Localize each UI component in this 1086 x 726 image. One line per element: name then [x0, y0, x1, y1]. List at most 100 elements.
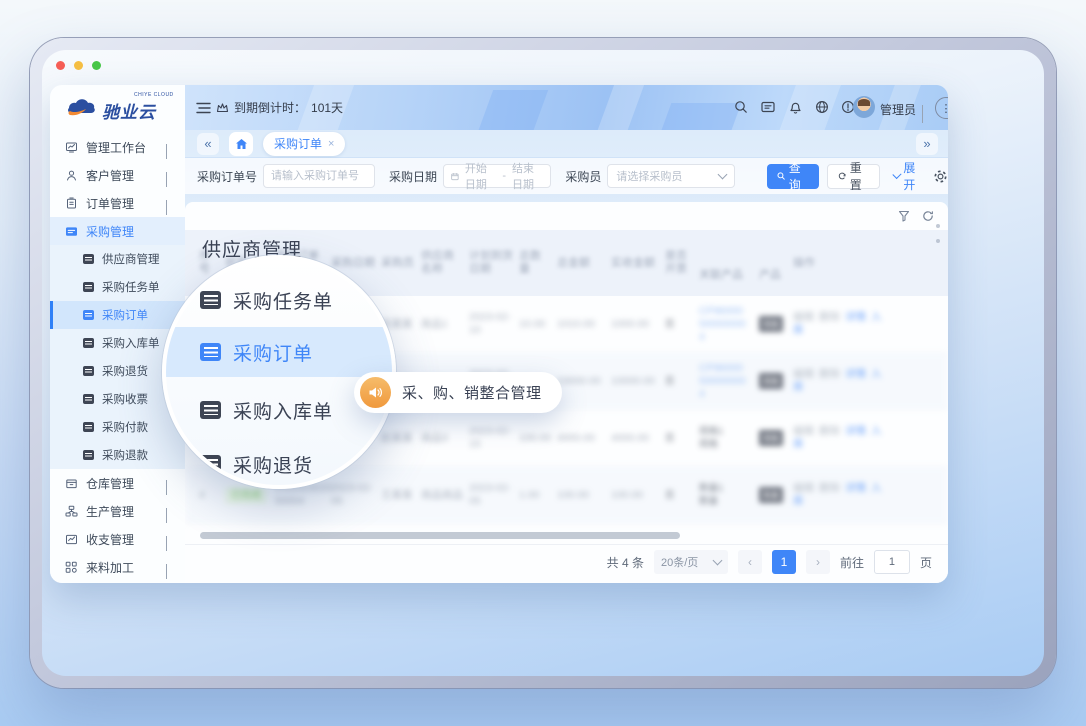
- order-no-input[interactable]: [263, 164, 375, 188]
- chevron-down-icon: [166, 144, 173, 151]
- row-action-link[interactable]: 删除: [819, 311, 840, 323]
- row-action-link[interactable]: 编辑: [793, 425, 814, 437]
- cell-product: 规格: [759, 373, 793, 389]
- sidebar-item-0[interactable]: 管理工作台: [50, 133, 185, 161]
- magnifier-item-4[interactable]: 采购退货: [166, 441, 392, 487]
- tabs-back-icon[interactable]: «: [197, 133, 219, 155]
- speaker-icon: [360, 377, 391, 408]
- sidebar-item-5[interactable]: 采购任务单: [50, 273, 185, 301]
- sidebar-item-label: 采购管理: [86, 223, 134, 240]
- minimize-button[interactable]: [74, 61, 83, 70]
- sidebar-item-1[interactable]: 客户管理: [50, 161, 185, 189]
- tooltip-text: 采、购、销整合管理: [402, 382, 542, 403]
- date-range-input[interactable]: 开始日期 - 结束日期: [443, 164, 551, 188]
- sidebar-production-icon: [65, 505, 78, 518]
- table-filter-icon[interactable]: [898, 210, 910, 222]
- prev-page-button[interactable]: ‹: [738, 550, 762, 574]
- sidebar-item-15[interactable]: 来料加工: [50, 553, 185, 581]
- page-size-chevron-icon: [713, 556, 723, 566]
- search-icon[interactable]: [731, 97, 751, 117]
- more-options-icon[interactable]: ⋮: [935, 97, 948, 119]
- sidebar-item-14[interactable]: 收支管理: [50, 525, 185, 553]
- bell-icon[interactable]: [785, 97, 805, 117]
- row-action-link[interactable]: 编辑: [793, 368, 814, 380]
- search-button[interactable]: 查询: [767, 164, 819, 189]
- sidebar-item-3[interactable]: 采购管理: [50, 217, 185, 245]
- row-action-link[interactable]: 删除: [819, 368, 840, 380]
- sidebar-customer-icon: [65, 169, 78, 182]
- sidebar-item-2[interactable]: 订单管理: [50, 189, 185, 217]
- row-action-link[interactable]: 删除: [819, 425, 840, 437]
- next-page-button[interactable]: ›: [806, 550, 830, 574]
- magnifier-item-2[interactable]: 采购订单: [166, 327, 392, 377]
- magnifier-item-1[interactable]: 采购任务单: [166, 277, 392, 323]
- goto-page-input[interactable]: [874, 550, 910, 574]
- date-separator: -: [502, 170, 506, 182]
- user-chevron-down-icon[interactable]: [922, 105, 923, 123]
- reset-button[interactable]: 重置: [827, 164, 881, 189]
- sidebar-item-10[interactable]: 采购付款: [50, 413, 185, 441]
- chevron-down-icon: [166, 536, 173, 543]
- cell-qty: 1.00: [519, 489, 557, 502]
- countdown-label: 到期倒计时：: [234, 99, 306, 116]
- reset-button-label: 重置: [850, 159, 870, 193]
- row-action-link[interactable]: 详情: [845, 425, 866, 437]
- sidebar-item-label: 采购退款: [102, 447, 148, 463]
- row-action-link[interactable]: 详情: [845, 368, 866, 380]
- row-action-link[interactable]: 编辑: [793, 482, 814, 494]
- column-header: 产品: [759, 230, 793, 296]
- cell-actions: 编辑删除详情入库: [793, 425, 889, 451]
- row-action-link[interactable]: 编辑: [793, 311, 814, 323]
- cell-related-product: CP96000500000004: [699, 305, 759, 344]
- page-size-select[interactable]: 20条/页: [654, 550, 728, 574]
- goto-unit-label: 页: [920, 554, 932, 571]
- cell-supplier: 商品商品: [421, 489, 469, 502]
- tab-label: 采购订单: [274, 135, 322, 152]
- sidebar-item-11[interactable]: 采购退款: [50, 441, 185, 469]
- current-page-button[interactable]: 1: [772, 550, 796, 574]
- close-button[interactable]: [56, 61, 65, 70]
- list-icon: [200, 401, 221, 419]
- filter-settings-gear-icon[interactable]: [933, 169, 948, 184]
- cell-amount: 10000.00: [557, 375, 611, 388]
- cell-actions: 编辑删除详情入库: [793, 311, 889, 337]
- sidebar-item-label: 收支管理: [86, 531, 134, 548]
- date-start-placeholder: 开始日期: [465, 160, 496, 192]
- cell-plan-date: 2023-02-10: [469, 311, 519, 337]
- cell-related-product: 数量1数量: [699, 482, 759, 508]
- list-icon: [83, 338, 94, 348]
- cell-product: 规格: [759, 430, 793, 446]
- maximize-button[interactable]: [92, 61, 101, 70]
- expand-link[interactable]: 展开: [894, 159, 923, 193]
- column-header: 总金额: [557, 230, 611, 296]
- tab-close-icon[interactable]: ×: [328, 138, 334, 150]
- sidebar-item-4[interactable]: 供应商管理: [50, 245, 185, 273]
- tab-purchase-order[interactable]: 采购订单 ×: [263, 132, 345, 156]
- message-icon[interactable]: [758, 97, 778, 117]
- cell-actions: 编辑删除详情入库: [793, 368, 889, 394]
- cell-index: 4: [199, 489, 225, 502]
- cell-date: 2023-02-05: [331, 482, 381, 508]
- table-refresh-icon[interactable]: [922, 210, 934, 222]
- avatar[interactable]: [853, 96, 875, 118]
- horizontal-scrollbar[interactable]: [200, 532, 680, 539]
- column-pin-icons[interactable]: [936, 224, 940, 243]
- window-controls: [56, 61, 101, 70]
- row-action-link[interactable]: 详情: [845, 311, 866, 323]
- search-button-label: 查询: [789, 159, 809, 193]
- home-tab-icon[interactable]: [229, 132, 253, 156]
- sidebar-item-label: 采购付款: [102, 419, 148, 435]
- list-icon: [83, 254, 94, 264]
- tabs-forward-icon[interactable]: »: [916, 133, 938, 155]
- sidebar-item-13[interactable]: 生产管理: [50, 497, 185, 525]
- page-background: 驰业云 CHIYE CLOUD 管理工作台客户管理订单管理采购管理供应商管理采购…: [0, 0, 1086, 726]
- sidebar-item-12[interactable]: 仓库管理: [50, 469, 185, 497]
- globe-icon[interactable]: [812, 97, 832, 117]
- collapse-menu-icon[interactable]: [196, 101, 211, 119]
- expiry-countdown: 到期倒计时： 101天: [216, 99, 343, 116]
- buyer-select[interactable]: 请选择采购员: [607, 164, 734, 188]
- row-action-link[interactable]: 删除: [819, 482, 840, 494]
- sidebar-item-6[interactable]: 采购订单: [50, 301, 185, 329]
- username[interactable]: 管理员: [880, 101, 916, 118]
- row-action-link[interactable]: 详情: [845, 482, 866, 494]
